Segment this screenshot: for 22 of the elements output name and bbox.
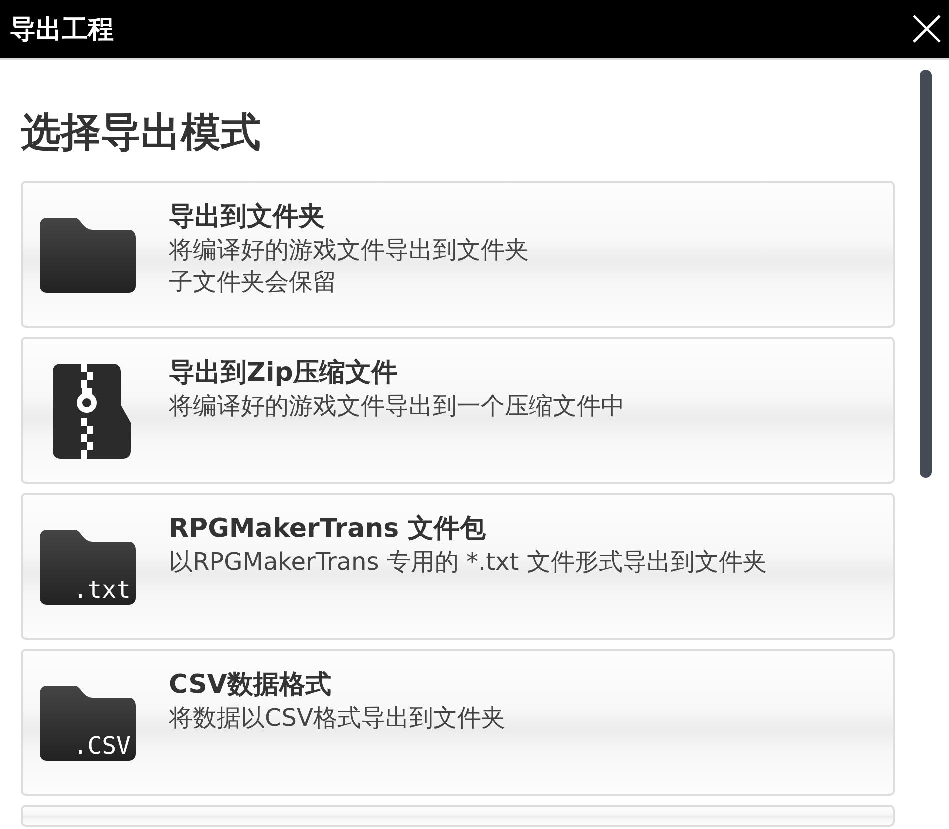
export-option[interactable]: .txt RPGMakerTrans 文件包 以RPGMakerTrans 专用的 *.txt 文件形式导出到文件夹 bbox=[21, 493, 895, 640]
section-heading: 选择导出模式 bbox=[21, 110, 262, 156]
window-title: 导出工程 bbox=[10, 14, 114, 46]
export-option[interactable]: .CSV CSV数据格式 将数据以CSV格式导出到文件夹 bbox=[21, 649, 895, 796]
option-description: 子文件夹会保留 bbox=[169, 267, 338, 298]
icon-label: .txt bbox=[73, 578, 131, 602]
option-description: 将数据以CSV格式导出到文件夹 bbox=[169, 703, 506, 734]
option-description: 将编译好的游戏文件导出到一个压缩文件中 bbox=[169, 391, 625, 422]
option-title: 导出到文件夹 bbox=[169, 201, 326, 234]
option-description: 以RPGMakerTrans 专用的 *.txt 文件形式导出到文件夹 bbox=[169, 547, 767, 578]
option-description: 将编译好的游戏文件导出到文件夹 bbox=[169, 235, 529, 266]
folder-icon bbox=[39, 218, 137, 294]
export-option[interactable]: 导出到Zip压缩文件 将编译好的游戏文件导出到一个压缩文件中 bbox=[21, 337, 895, 484]
close-icon bbox=[911, 13, 943, 45]
close-button[interactable] bbox=[911, 13, 943, 45]
export-option[interactable]: 导出到文件夹 将编译好的游戏文件导出到文件夹 子文件夹会保留 bbox=[21, 181, 895, 328]
zip-file-icon bbox=[51, 363, 133, 461]
option-title: CSV数据格式 bbox=[169, 669, 332, 702]
option-title: 导出到Zip压缩文件 bbox=[169, 357, 398, 390]
scrollbar-thumb[interactable] bbox=[920, 70, 932, 478]
icon-label: .CSV bbox=[73, 734, 131, 758]
option-title: RPGMakerTrans 文件包 bbox=[169, 513, 488, 546]
